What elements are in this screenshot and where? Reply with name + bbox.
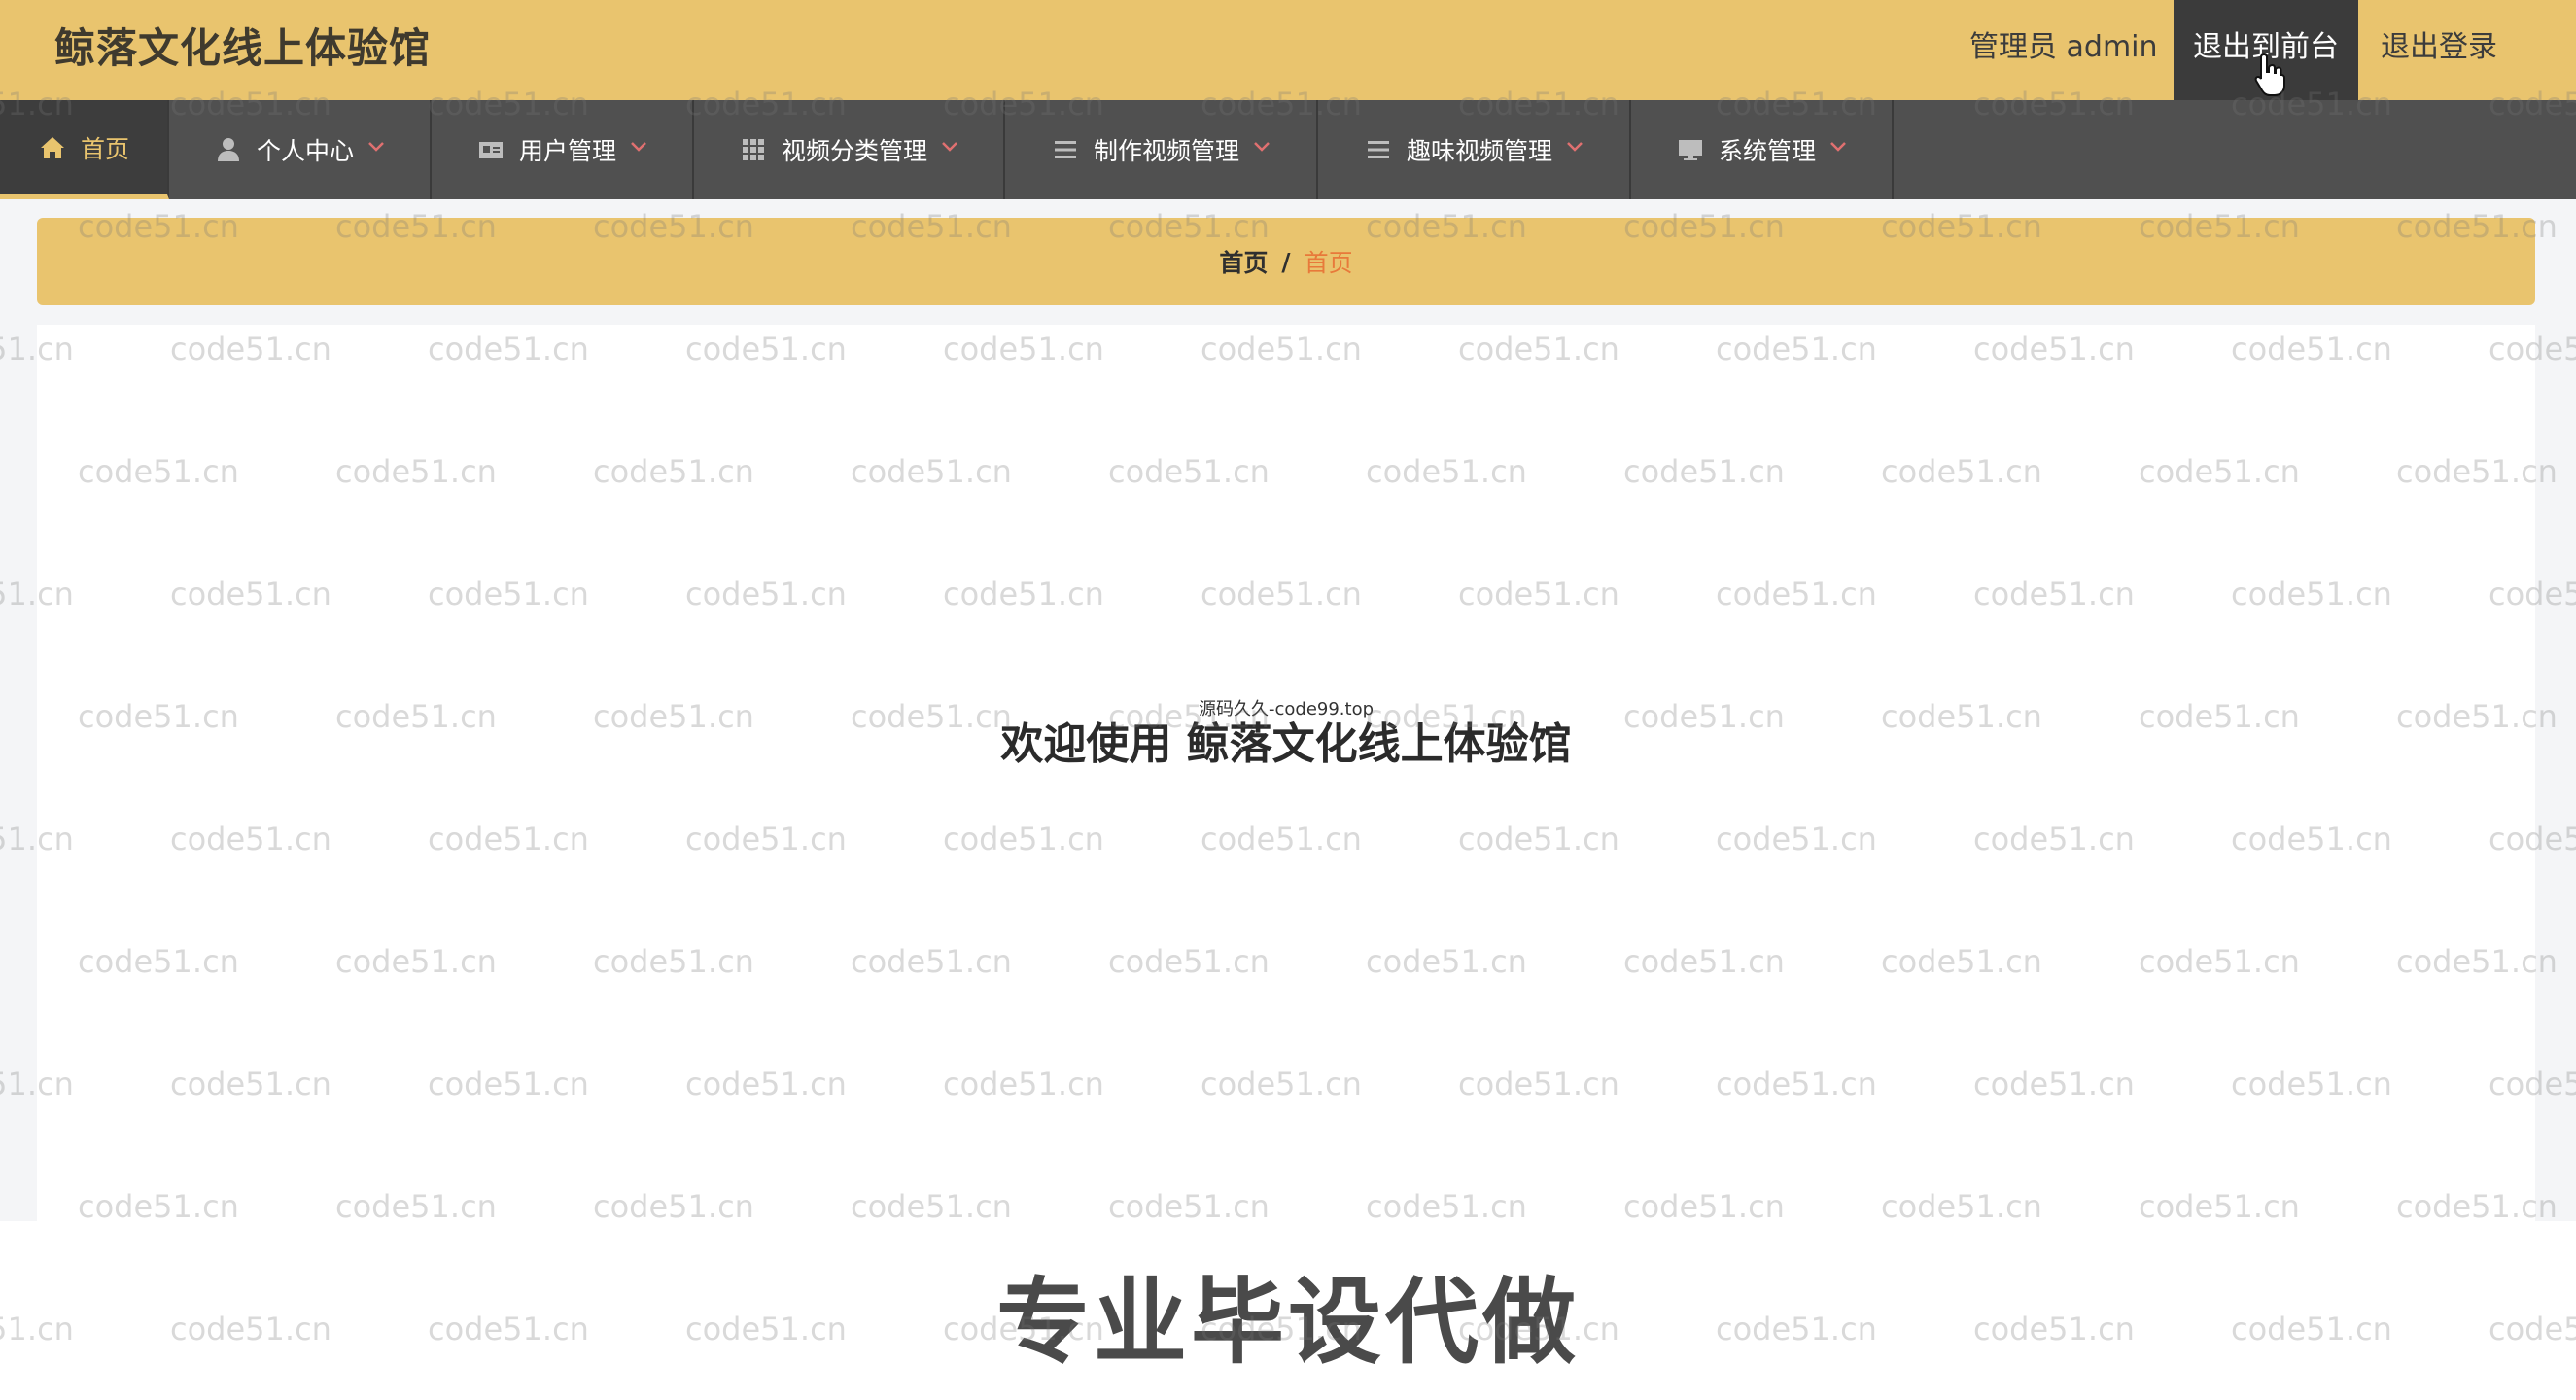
list-icon (1364, 135, 1393, 164)
nav-item-label: 系统管理 (1718, 137, 1816, 165)
breadcrumb-current: 首页 (1304, 249, 1353, 277)
nav-item-production-video-management[interactable]: 制作视频管理 (1005, 100, 1318, 199)
main-nav: 首页 个人中心 用户管理 视频分类管理 制作视频管理 趣味视频管理 系统管理 (0, 100, 2576, 199)
top-header: 鲸落文化线上体验馆 管理员 admin 退出到前台 退出登录 (0, 0, 2576, 100)
nav-item-label: 趣味视频管理 (1406, 137, 1552, 165)
nav-item-label: 视频分类管理 (781, 137, 927, 165)
nav-item-label: 制作视频管理 (1093, 137, 1239, 165)
breadcrumb: 首页 / 首页 (37, 218, 2535, 305)
breadcrumb-root-link[interactable]: 首页 (1219, 244, 1268, 279)
logout-button[interactable]: 退出登录 (2358, 0, 2520, 100)
nav-item-label: 首页 (80, 134, 129, 163)
monitor-icon (1676, 135, 1705, 164)
list-icon (1051, 135, 1080, 164)
promo-banner-text: 专业毕设代做 (996, 1268, 1580, 1377)
main-content-panel: 源码久久-code99.top 欢迎使用 鲸落文化线上体验馆 (37, 325, 2535, 1221)
nav-item-user-management[interactable]: 用户管理 (432, 100, 694, 199)
chevron-down-icon (941, 141, 958, 153)
nav-item-fun-video-management[interactable]: 趣味视频管理 (1318, 100, 1631, 199)
nav-item-label: 用户管理 (518, 137, 616, 165)
page: 鲸落文化线上体验馆 管理员 admin 退出到前台 退出登录 首页 个人中心 用… (0, 0, 2576, 1400)
nav-item-system-management[interactable]: 系统管理 (1631, 100, 1894, 199)
chevron-down-icon (1566, 141, 1584, 153)
home-icon (38, 133, 67, 162)
chevron-down-icon (1253, 141, 1271, 153)
nav-item-label: 个人中心 (256, 137, 354, 165)
chevron-down-icon (630, 141, 647, 153)
nav-item-video-category-management[interactable]: 视频分类管理 (694, 100, 1005, 199)
app-title: 鲸落文化线上体验馆 (54, 24, 432, 72)
nav-item-personal-center[interactable]: 个人中心 (169, 100, 432, 199)
welcome-heading: 欢迎使用 鲸落文化线上体验馆 (1000, 719, 1572, 769)
person-icon (214, 135, 243, 164)
nav-item-home[interactable]: 首页 (0, 100, 169, 199)
grid-icon (739, 135, 768, 164)
chevron-down-icon (1829, 141, 1847, 153)
chevron-down-icon (367, 141, 385, 153)
id-card-icon (476, 135, 505, 164)
admin-user-label: 管理员 admin (1969, 30, 2158, 64)
breadcrumb-separator: / (1281, 247, 1291, 276)
hand-cursor-icon (2253, 52, 2286, 97)
